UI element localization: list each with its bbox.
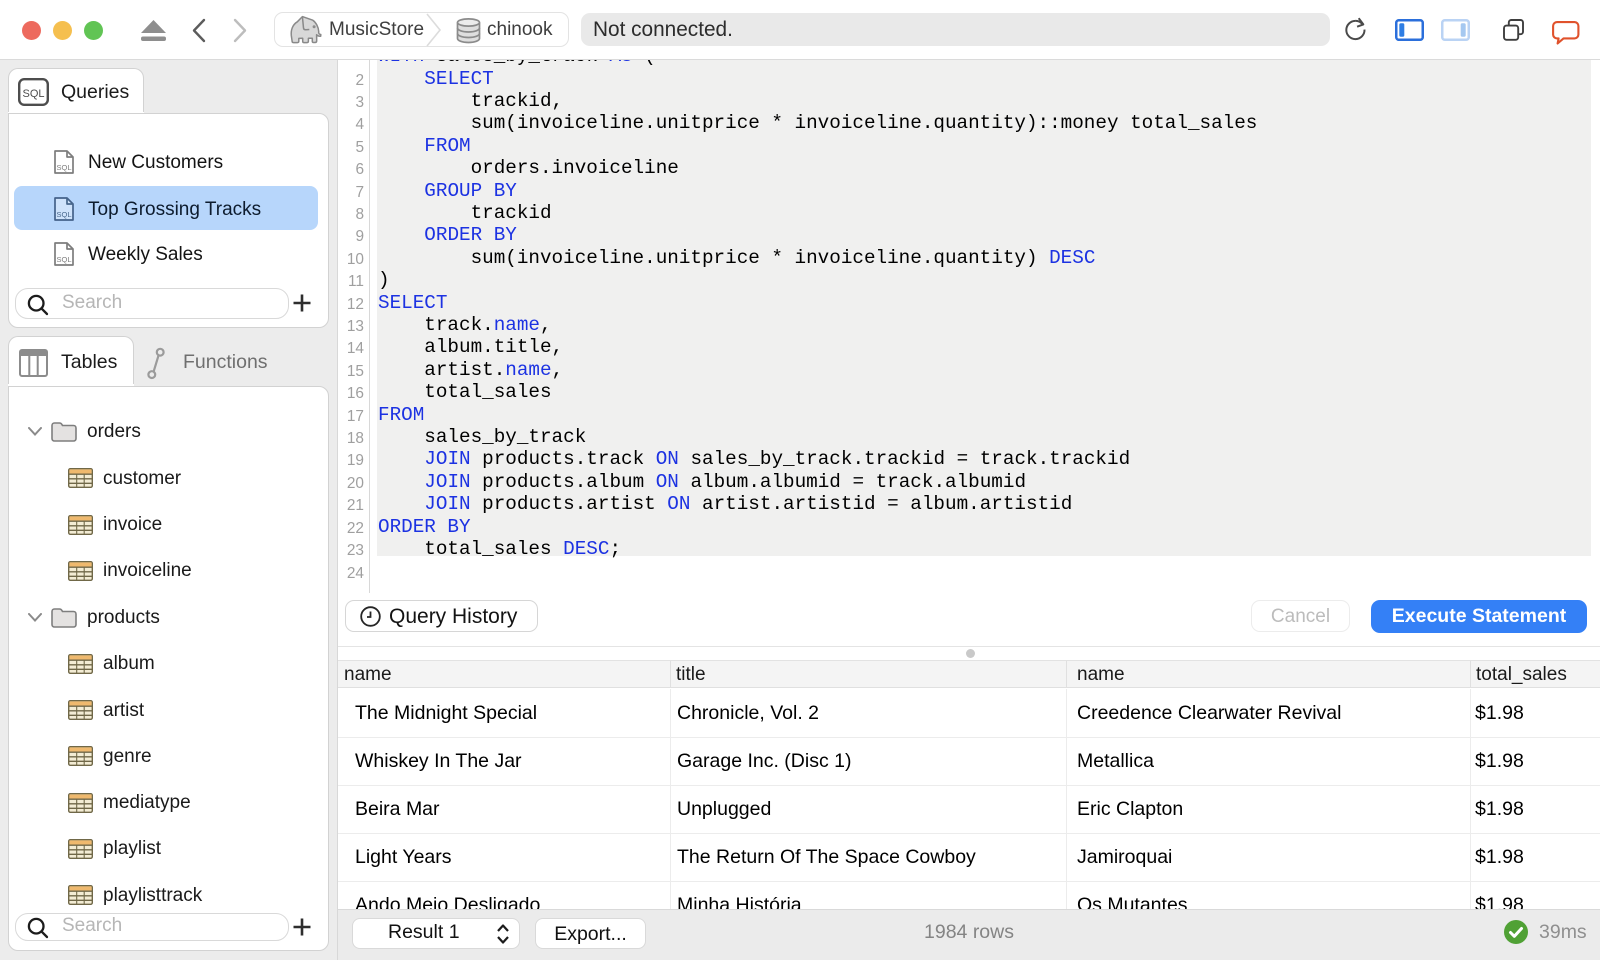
svg-text:SQL: SQL xyxy=(56,210,71,219)
svg-text:SQL: SQL xyxy=(22,88,44,100)
svg-text:SQL: SQL xyxy=(56,255,71,264)
svg-text:SQL: SQL xyxy=(56,163,71,172)
